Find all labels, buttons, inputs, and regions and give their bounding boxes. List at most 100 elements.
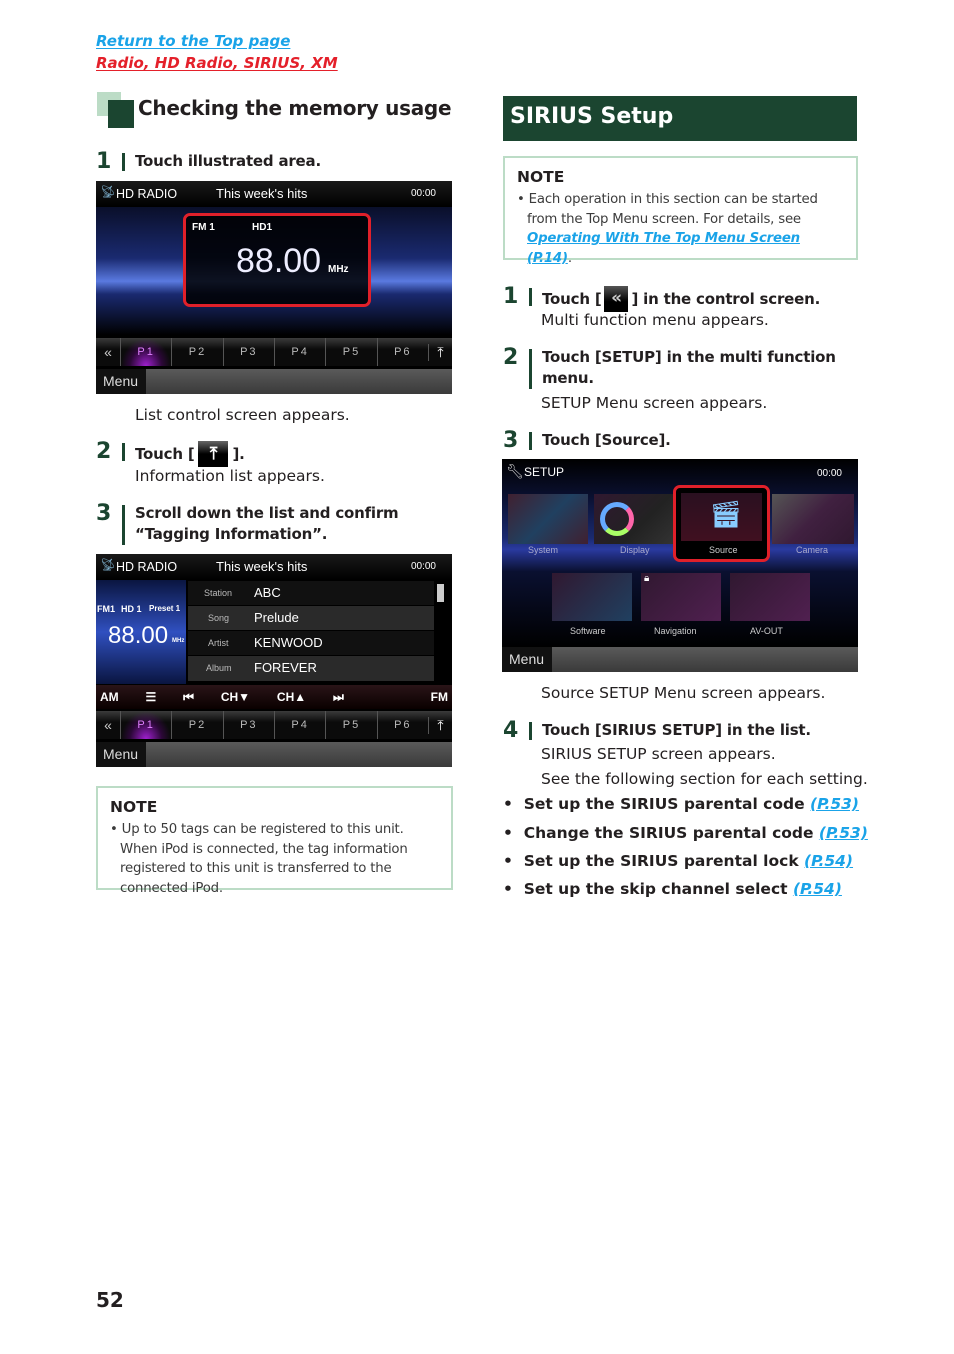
step-4-right: 4 Touch [SIRIUS SETUP] in the list.	[503, 720, 811, 742]
lock-icon: 🔒︎	[644, 573, 650, 584]
frequency-display: 88.00	[108, 622, 169, 649]
preset-p5[interactable]: P5	[325, 338, 376, 366]
page-link[interactable]: (P.54)	[793, 880, 842, 898]
step-4-right-result-2: See the following section for each setti…	[541, 770, 868, 788]
preset-p2[interactable]: P2	[171, 711, 222, 739]
step-number: 1	[96, 149, 112, 174]
frequency-unit: MHz	[328, 264, 349, 275]
am-button[interactable]: AM	[100, 690, 119, 704]
step-number: 2	[96, 439, 112, 464]
preset-p2[interactable]: P2	[171, 338, 222, 366]
row-label: Album	[206, 663, 232, 673]
row-value: ABC	[254, 585, 281, 600]
clapper-music-icon: 🎬︎	[709, 499, 743, 529]
step-4-right-result: SIRIUS SETUP screen appears.	[541, 745, 776, 763]
info-row-station[interactable]: Station ABC	[188, 581, 434, 606]
info-row-song[interactable]: Song Prelude	[188, 606, 434, 631]
screen-top-bar: 📡︎ HD RADIO This week's hits 00:00	[96, 181, 452, 207]
list-icon[interactable]: ☰	[146, 690, 157, 704]
section-heading-memory-usage: Checking the memory usage	[96, 90, 456, 130]
preset-p1[interactable]: P1	[120, 711, 172, 739]
info-list-icon[interactable]: ⤒	[427, 716, 452, 734]
preset-bar: « P1 P2 P3 P4 P5 P6 ⤒	[96, 711, 452, 739]
navigation-tile[interactable]: 🔒︎	[641, 573, 721, 621]
step-2-right-result: SETUP Menu screen appears.	[541, 394, 768, 412]
list-scrollbar[interactable]	[437, 584, 444, 602]
wrench-icon: 🔧︎	[506, 463, 524, 479]
step-instruction: Scroll down the list and confirm “Taggin…	[135, 504, 399, 543]
clock: 00:00	[816, 468, 842, 479]
software-tile[interactable]	[552, 573, 632, 621]
step-3-right-result: Source SETUP Menu screen appears.	[541, 684, 826, 702]
menu-button[interactable]: Menu	[502, 647, 552, 672]
step-instruction-end: ].	[232, 444, 245, 463]
bullet-text: Set up the SIRIUS parental code	[523, 795, 811, 813]
page-link[interactable]: (P.53)	[810, 795, 859, 813]
fm-button[interactable]: FM	[431, 690, 448, 704]
av-out-tile[interactable]	[730, 573, 810, 621]
info-list-icon[interactable]: ⤒	[427, 343, 452, 361]
note-period: .	[567, 250, 572, 266]
frequency-panel: FM1 HD 1 Preset 1 88.00 MHz	[96, 580, 186, 684]
preset-p4[interactable]: P4	[273, 338, 325, 366]
step-instruction-end: ] in the control screen.	[631, 289, 821, 308]
row-value: KENWOOD	[254, 635, 323, 650]
note-text: • Up to 50 tags can be registered to thi…	[110, 822, 408, 896]
section-marker-dark	[108, 100, 134, 128]
step-1-result: List control screen appears.	[135, 406, 350, 424]
band-label: FM1	[97, 604, 115, 614]
row-label: Song	[208, 613, 230, 623]
hd-channel-label: HD 1	[121, 604, 142, 614]
step-number: 3	[96, 501, 112, 526]
camera-tile[interactable]	[772, 494, 854, 544]
preset-p1[interactable]: P1	[120, 338, 172, 366]
preset-p3[interactable]: P3	[222, 338, 274, 366]
preset-p6[interactable]: P6	[376, 338, 428, 366]
hd-channel-label: HD1	[252, 222, 273, 233]
channel-down-button[interactable]: CH▼	[221, 690, 250, 704]
source-tile-label: Source	[709, 545, 738, 555]
seek-forward-button[interactable]: ⏭	[333, 690, 344, 705]
multi-function-chevron-icon[interactable]: «	[96, 717, 120, 733]
bullet-text: Change the SIRIUS parental code	[523, 824, 819, 842]
step-1-right-result: Multi function menu appears.	[541, 311, 769, 329]
page-link[interactable]: (P.54)	[804, 852, 853, 870]
note-box-right: NOTE • Each operation in this section ca…	[503, 156, 858, 266]
return-to-top-link[interactable]: Return to the Top page	[96, 32, 290, 50]
step-instruction-start: Touch [	[542, 289, 602, 308]
menu-bar: Menu	[96, 742, 452, 767]
preset-p6[interactable]: P6	[376, 711, 428, 739]
step-divider	[122, 443, 125, 461]
step-divider	[122, 153, 125, 171]
step-divider	[529, 722, 532, 740]
page-link[interactable]: (P.53)	[819, 824, 868, 842]
info-row-artist[interactable]: Artist KENWOOD	[188, 631, 434, 656]
preset-label: Preset 1	[149, 604, 181, 613]
channel-up-button[interactable]: CH▲	[277, 690, 306, 704]
preset-p5[interactable]: P5	[325, 711, 376, 739]
source-tile-highlight[interactable]: 🎬︎ Source	[673, 485, 770, 562]
note-title: NOTE	[110, 798, 158, 816]
menu-button[interactable]: Menu	[96, 742, 146, 767]
source-tile: 🎬︎	[681, 493, 762, 541]
seek-back-button[interactable]: ⏮	[183, 690, 194, 705]
menu-button[interactable]: Menu	[96, 369, 146, 394]
note-box-left: NOTE • Up to 50 tags can be registered t…	[96, 786, 453, 896]
preset-p4[interactable]: P4	[273, 711, 325, 739]
step-divider	[529, 349, 532, 389]
antenna-icon: 📡︎	[100, 185, 116, 199]
system-tile[interactable]	[508, 494, 588, 544]
multi-function-chevron-icon[interactable]: «	[96, 344, 120, 360]
camera-tile-label: Camera	[796, 545, 829, 555]
menu-bar: Menu	[502, 647, 858, 672]
row-value: FOREVER	[254, 660, 317, 675]
preset-p3[interactable]: P3	[222, 711, 274, 739]
category-link[interactable]: Radio, HD Radio, SIRIUS, XM	[96, 54, 338, 72]
page-number: 52	[96, 1288, 124, 1312]
step-divider	[529, 288, 532, 306]
info-row-album[interactable]: Album FOREVER	[188, 656, 434, 681]
display-icon	[600, 502, 634, 536]
display-tile-label: Display	[620, 545, 650, 555]
display-tile[interactable]	[594, 494, 674, 544]
illustrated-area-highlight[interactable]: FM 1 HD1 88.00 MHz	[183, 213, 371, 307]
